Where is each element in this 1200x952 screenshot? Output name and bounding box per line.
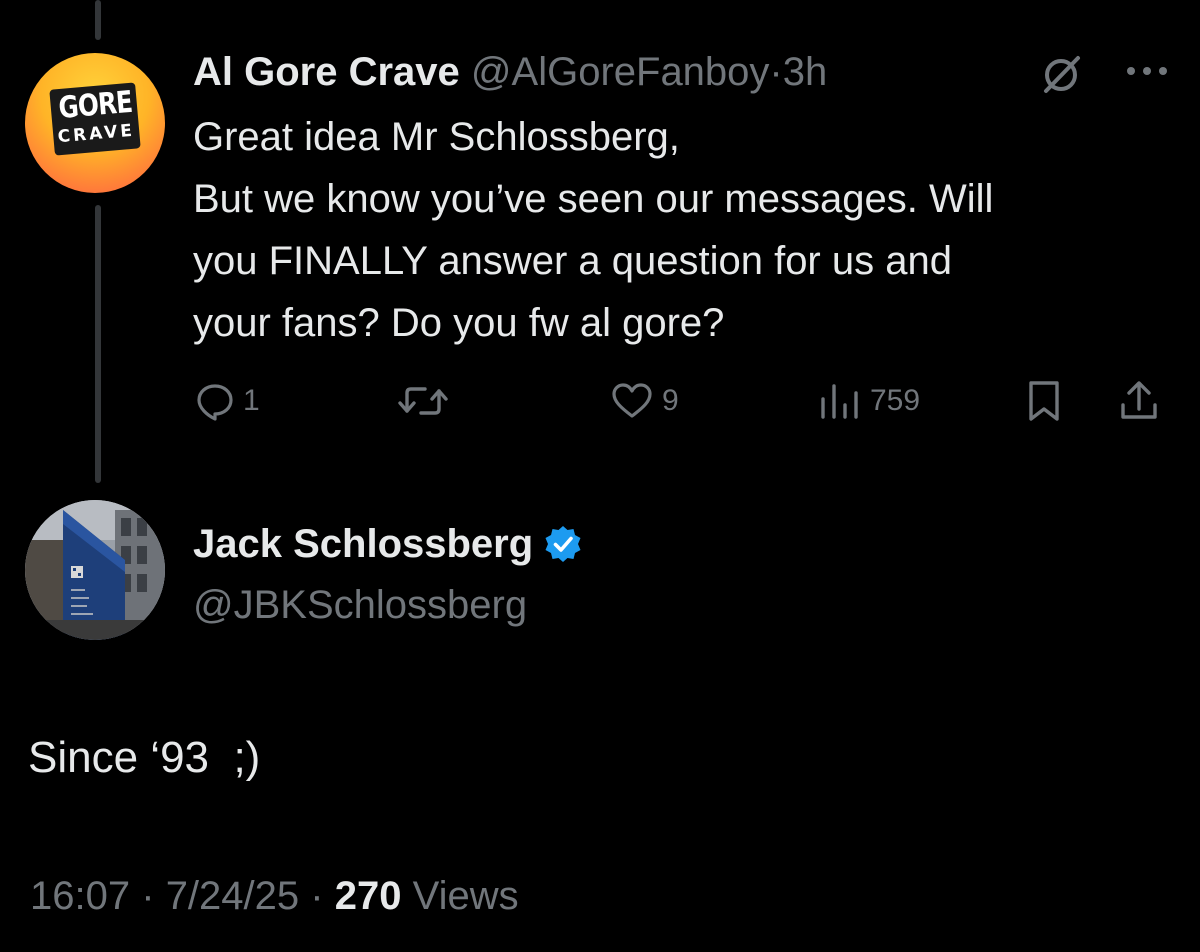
reply-text: Since ‘93 ;) xyxy=(28,733,261,782)
author-name[interactable]: Al Gore Crave xyxy=(193,50,460,94)
verified-badge-icon[interactable] xyxy=(543,524,583,564)
bookmark-button[interactable] xyxy=(1026,376,1062,426)
tweet-time[interactable]: 3h xyxy=(783,50,828,94)
tweet-text-line: you FINALLY answer a question for us and xyxy=(193,239,952,283)
meta-separator: · xyxy=(141,874,155,918)
author-handle[interactable]: @AlGoreFanboy xyxy=(471,50,770,94)
avatar-logo: GORE CRAVE xyxy=(49,82,141,156)
retweet-icon xyxy=(398,387,448,415)
meta-separator: · xyxy=(310,874,324,918)
reply-author-name[interactable]: Jack Schlossberg xyxy=(193,518,583,570)
reply-count: 1 xyxy=(243,384,260,417)
header-separator: · xyxy=(769,50,783,94)
avatar-logo-gore: GORE xyxy=(57,84,134,127)
tweet-header: Al Gore Crave @AlGoreFanboy·3h xyxy=(193,46,827,98)
reply-time[interactable]: 16:07 xyxy=(30,874,130,918)
share-icon xyxy=(1121,381,1157,419)
share-button[interactable] xyxy=(1117,376,1161,426)
views-count: 759 xyxy=(870,384,921,417)
al-gore-crave-avatar[interactable]: GORE CRAVE xyxy=(25,53,165,193)
thread-line-bottom xyxy=(95,205,101,483)
tweet-text: Great idea Mr Schlossberg, But we know y… xyxy=(193,106,1153,354)
jack-schlossberg-avatar[interactable] xyxy=(25,500,165,640)
bookmark-icon xyxy=(1029,381,1059,421)
reply-icon xyxy=(197,384,233,421)
reply-views-label: Views xyxy=(412,874,519,918)
tweet-text-line: your fans? Do you fw al gore? xyxy=(193,301,725,345)
reply-author-name-text: Jack Schlossberg xyxy=(193,522,534,566)
tweet-text-line: But we know you’ve seen our messages. Wi… xyxy=(193,177,994,221)
reply-author-handle[interactable]: @JBKSchlossberg xyxy=(193,579,527,631)
like-button[interactable]: 9 xyxy=(610,376,679,426)
grok-icon[interactable] xyxy=(1040,53,1082,95)
thread-line-top xyxy=(95,0,101,40)
avatar-photo xyxy=(25,500,165,640)
tweet-meta: 16:07 · 7/24/25 · 270 Views xyxy=(30,868,519,924)
tweet-text-line: Great idea Mr Schlossberg, xyxy=(193,115,680,159)
views-button[interactable]: 759 xyxy=(818,376,920,426)
reply-views-count[interactable]: 270 xyxy=(335,874,402,918)
like-icon xyxy=(612,383,652,418)
retweet-button[interactable] xyxy=(395,376,451,426)
more-icon[interactable] xyxy=(1124,58,1170,84)
reply-button[interactable]: 1 xyxy=(195,376,260,426)
reply-date[interactable]: 7/24/25 xyxy=(166,874,299,918)
views-icon xyxy=(821,384,858,419)
like-count: 9 xyxy=(662,384,679,417)
